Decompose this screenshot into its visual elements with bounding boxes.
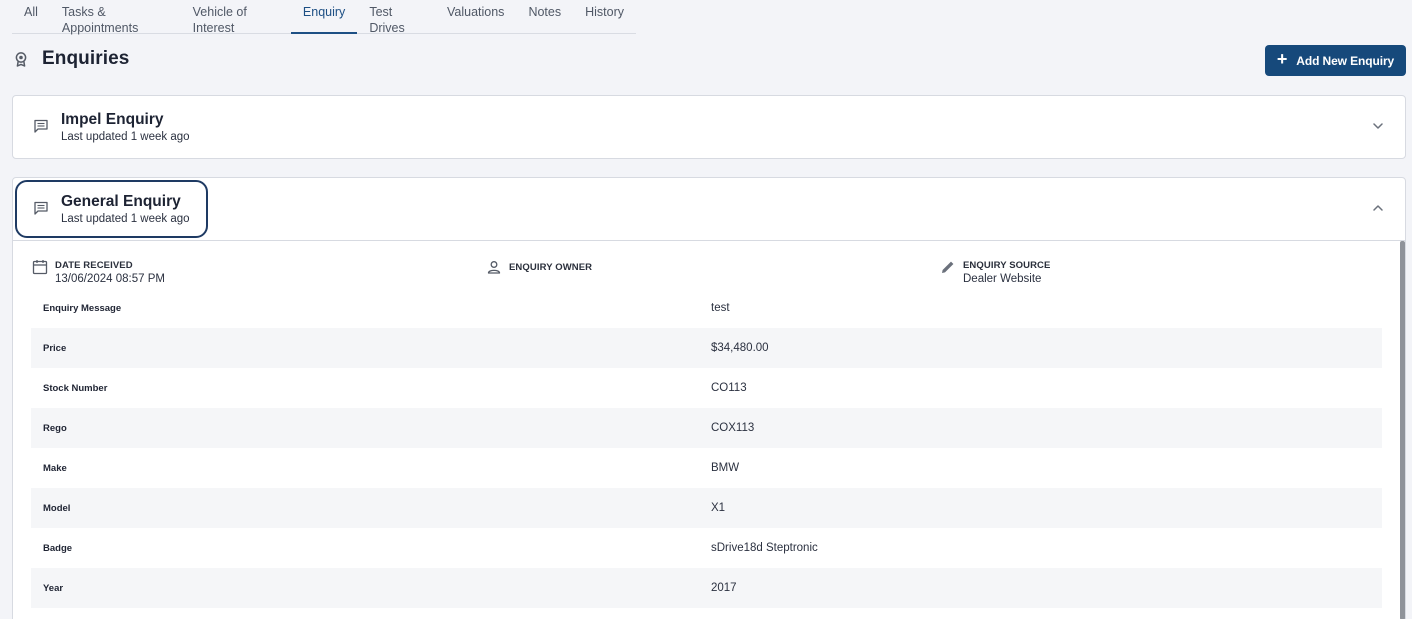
detail-row: Model X1	[31, 488, 1382, 528]
chevron-down-icon[interactable]	[1372, 120, 1384, 132]
enquiry-source-value: Dealer Website	[963, 273, 1042, 285]
detail-key: Price	[43, 342, 67, 354]
calendar-icon	[32, 260, 48, 275]
message-icon	[34, 201, 48, 215]
add-new-enquiry-button[interactable]: + Add New Enquiry	[1265, 45, 1406, 76]
detail-value: BMW	[711, 462, 740, 474]
tab-bar: All Tasks & Appointments Vehicle of Inte…	[12, 0, 636, 35]
chevron-up-icon[interactable]	[1372, 202, 1384, 214]
detail-row: Rego COX113	[31, 408, 1382, 448]
enquiry-last-updated: Last updated 1 week ago	[61, 131, 190, 143]
detail-value: COX113	[711, 422, 755, 434]
enquiry-card-header[interactable]: Impel Enquiry Last updated 1 week ago	[13, 96, 1405, 158]
scrollbar[interactable]	[1400, 241, 1405, 619]
detail-key: Year	[43, 582, 64, 594]
detail-value: 2017	[711, 582, 737, 594]
tab-enquiry[interactable]: Enquiry	[290, 0, 358, 34]
detail-key: Rego	[43, 422, 67, 434]
enquiry-owner: ENQUIRY OWNER	[486, 259, 592, 275]
add-new-enquiry-label: Add New Enquiry	[1296, 53, 1395, 68]
award-icon	[15, 52, 27, 67]
pencil-icon	[942, 261, 954, 273]
enquiry-last-updated: Last updated 1 week ago	[61, 213, 190, 225]
detail-row: Stock Number CO113	[31, 368, 1382, 408]
page-title: Enquiries	[42, 48, 130, 69]
detail-key: Enquiry Message	[43, 302, 122, 314]
enquiry-detail-table: Enquiry Message test Price $34,480.00 St…	[31, 288, 1382, 608]
enquiry-owner-label: ENQUIRY OWNER	[509, 262, 593, 273]
detail-row: Price $34,480.00	[31, 328, 1382, 368]
person-icon	[487, 261, 501, 274]
detail-key: Model	[43, 502, 71, 514]
tab-valuations[interactable]: Valuations	[435, 0, 516, 33]
detail-row: Year 2017	[31, 568, 1382, 608]
page-header: Enquiries	[12, 48, 129, 70]
detail-key: Stock Number	[43, 382, 108, 394]
enquiry-card-general: General Enquiry Last updated 1 week ago …	[12, 177, 1406, 619]
date-received-label: DATE RECEIVED	[55, 260, 133, 271]
enquiry-source-label: ENQUIRY SOURCE	[963, 260, 1051, 271]
tab-vehicle-of-interest[interactable]: Vehicle of Interest	[181, 0, 291, 35]
detail-value: test	[711, 302, 730, 314]
enquiry-card-header[interactable]: General Enquiry Last updated 1 week ago	[13, 178, 1405, 240]
date-received: DATE RECEIVED 13/06/2024 08:57 PM	[32, 259, 165, 286]
enquiry-details: DATE RECEIVED 13/06/2024 08:57 PM ENQUIR…	[13, 240, 1405, 619]
enquiry-meta: DATE RECEIVED 13/06/2024 08:57 PM ENQUIR…	[13, 259, 1405, 289]
plus-icon: +	[1276, 49, 1288, 69]
message-icon	[34, 119, 48, 133]
detail-row: Badge sDrive18d Steptronic	[31, 528, 1382, 568]
detail-row: Enquiry Message test	[31, 288, 1382, 328]
detail-value: CO113	[711, 382, 747, 394]
tab-all[interactable]: All	[12, 0, 50, 33]
tab-tasks-appointments[interactable]: Tasks & Appointments	[50, 0, 181, 35]
tab-notes[interactable]: Notes	[516, 0, 573, 33]
enquiry-title: Impel Enquiry	[61, 111, 164, 128]
tab-history[interactable]: History	[573, 0, 636, 33]
detail-value: sDrive18d Steptronic	[711, 542, 818, 554]
tab-test-drives[interactable]: Test Drives	[357, 0, 435, 35]
detail-key: Make	[43, 462, 67, 474]
detail-key: Badge	[43, 542, 73, 554]
detail-value: X1	[711, 502, 726, 514]
detail-value: $34,480.00	[711, 342, 769, 354]
enquiry-title: General Enquiry	[61, 193, 181, 210]
date-received-value: 13/06/2024 08:57 PM	[55, 273, 165, 285]
enquiry-source: ENQUIRY SOURCE Dealer Website	[940, 259, 1050, 286]
enquiry-card-impel: Impel Enquiry Last updated 1 week ago	[12, 95, 1406, 159]
detail-row: Make BMW	[31, 448, 1382, 488]
